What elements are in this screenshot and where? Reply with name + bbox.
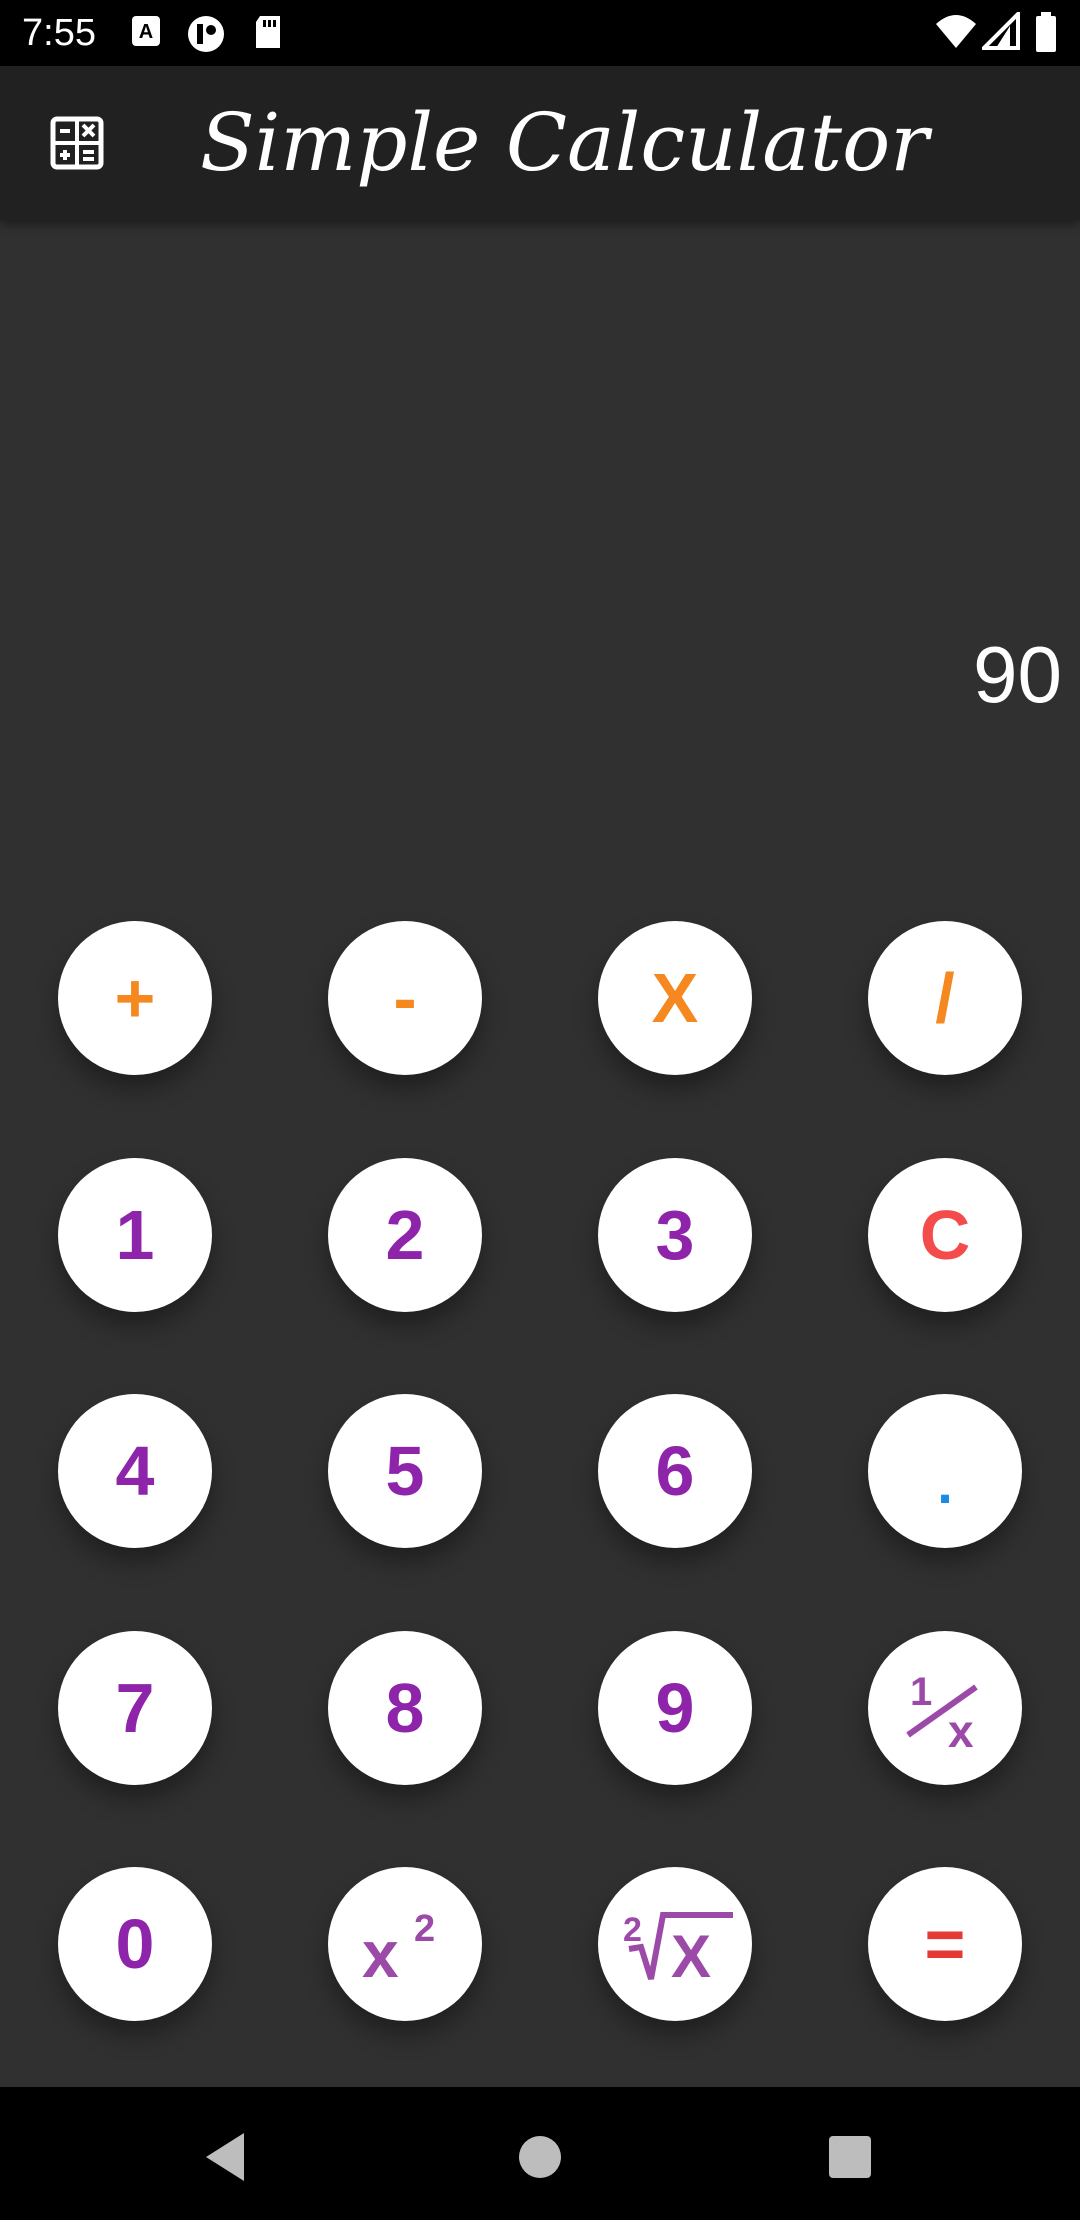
svg-text:X: X	[671, 1923, 711, 1990]
svg-text:1: 1	[910, 1670, 932, 1714]
svg-text:x: x	[948, 1705, 974, 1757]
sd-card-icon	[256, 16, 280, 48]
signal-icon	[982, 12, 1020, 50]
square-root-button[interactable]: 2 X	[598, 1867, 752, 2021]
digit-4-button[interactable]: 4	[58, 1394, 212, 1548]
home-icon[interactable]	[510, 2127, 570, 2187]
square-button[interactable]: x 2	[328, 1867, 482, 2021]
notification-app-icon	[188, 16, 224, 52]
svg-text:2: 2	[414, 1908, 435, 1950]
recents-icon[interactable]	[820, 2127, 880, 2187]
digit-2-button[interactable]: 2	[328, 1158, 482, 1312]
display-value: 90	[973, 630, 1062, 719]
calculator-icon	[50, 116, 104, 170]
clear-button[interactable]: C	[868, 1158, 1022, 1312]
digit-5-button[interactable]: 5	[328, 1394, 482, 1548]
app-bar: Simple Calculator	[0, 66, 1080, 220]
digit-8-button[interactable]: 8	[328, 1631, 482, 1785]
square-root-icon: 2 X	[623, 1911, 733, 1990]
digit-9-button[interactable]: 9	[598, 1631, 752, 1785]
minus-button[interactable]: -	[328, 921, 482, 1075]
digit-6-button[interactable]: 6	[598, 1394, 752, 1548]
digit-1-button[interactable]: 1	[58, 1158, 212, 1312]
reciprocal-icon: 1 x	[906, 1670, 978, 1757]
back-icon[interactable]	[196, 2127, 256, 2187]
battery-icon	[1036, 12, 1056, 52]
digit-0-button[interactable]: 0	[58, 1867, 212, 2021]
status-time: 7:55	[22, 12, 96, 54]
svg-text:A: A	[139, 21, 153, 43]
digit-3-button[interactable]: 3	[598, 1158, 752, 1312]
svg-text:2: 2	[623, 1911, 642, 1949]
app-title: Simple Calculator	[200, 96, 929, 189]
square-icon: x 2	[362, 1908, 435, 1991]
divide-button[interactable]: /	[868, 921, 1022, 1075]
navigation-bar	[0, 2087, 1080, 2220]
digit-7-button[interactable]: 7	[58, 1631, 212, 1785]
svg-text:x: x	[362, 1917, 399, 1991]
plus-button[interactable]: +	[58, 921, 212, 1075]
multiply-button[interactable]: X	[598, 921, 752, 1075]
font-a-icon: A	[132, 16, 160, 46]
status-bar: 7:55 A	[0, 0, 1080, 66]
wifi-icon	[936, 15, 976, 48]
reciprocal-button[interactable]: 1 x	[868, 1631, 1022, 1785]
equals-button[interactable]: =	[868, 1867, 1022, 2021]
decimal-button[interactable]: .	[868, 1394, 1022, 1548]
display-area: 90	[0, 220, 1080, 900]
